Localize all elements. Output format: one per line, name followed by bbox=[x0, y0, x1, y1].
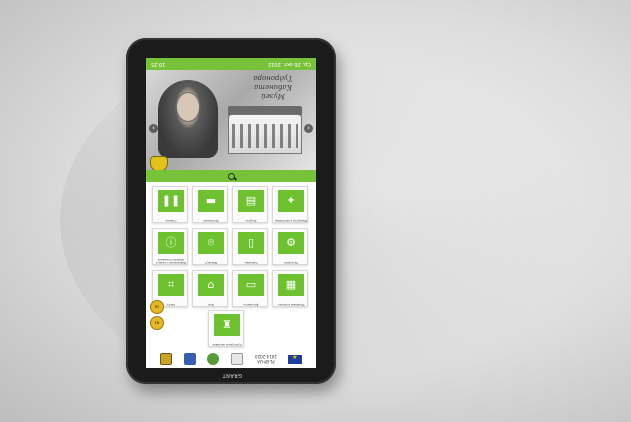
tile-label: Сувениры bbox=[244, 261, 258, 264]
language-button-en[interactable]: EN bbox=[150, 316, 164, 330]
building-windows bbox=[232, 124, 298, 148]
house-icon: ⌂ bbox=[198, 274, 224, 296]
hero-banner: Музей Кабинета Тудронора ‹ › bbox=[146, 70, 316, 172]
menu-tile-8[interactable]: ⚙ Экскурсии bbox=[272, 228, 308, 265]
building-icon: ▦ bbox=[278, 274, 304, 296]
menu-tile-1[interactable]: ❚❚ Главное bbox=[152, 186, 188, 223]
program-text-line1: PL-BY-UA bbox=[256, 359, 275, 364]
menu-tile-3[interactable]: ▤ Ресурсы bbox=[232, 186, 268, 223]
crest-icon: ♜ bbox=[214, 314, 240, 336]
footer-logos: PL-BY-UA 2014-2020 bbox=[146, 350, 316, 368]
cart-icon: ▬ bbox=[198, 190, 224, 212]
info-circle-icon: ⓘ bbox=[158, 232, 184, 254]
tile-label: Экскурсии bbox=[284, 261, 298, 264]
location-icon: ⌾ bbox=[198, 232, 224, 254]
menu-tile-heritage[interactable]: ♜ Культурное наследие bbox=[208, 310, 244, 347]
tile-label: Дом bbox=[208, 303, 214, 306]
tile-label: Экспозиция bbox=[203, 219, 219, 222]
menu-tile-7[interactable]: ▯ Сувениры bbox=[232, 228, 268, 265]
portrait-face bbox=[176, 92, 200, 122]
menu-tile-2[interactable]: ▬ Экспозиция bbox=[192, 186, 228, 223]
people-icon: ✦ bbox=[278, 190, 304, 212]
program-logo bbox=[230, 353, 243, 365]
kiosk-screen: 10:25 Ср, 26 окт. 2022 Музей Кабинета Ту… bbox=[146, 58, 316, 368]
menu-tile-10[interactable]: ⌂ Дом bbox=[192, 270, 228, 307]
program-text: PL-BY-UA 2014-2020 bbox=[255, 354, 277, 364]
menu-tile-6[interactable]: ⌾ Маршрут bbox=[192, 228, 228, 265]
menu-tile-5[interactable]: ⓘ Информация о музее и правила посещения bbox=[152, 228, 188, 265]
archive-icon: ▤ bbox=[238, 190, 264, 212]
tile-label: Информация о музее и правила посещения bbox=[155, 258, 187, 264]
bag-icon: ▯ bbox=[238, 232, 264, 254]
kiosk-brand-label: GRANT bbox=[222, 372, 242, 378]
status-time: 10:25 bbox=[151, 61, 166, 67]
hero-title-line2: Кабинета Тудронора bbox=[253, 74, 293, 91]
tile-label: Музейный комплекс bbox=[277, 303, 305, 306]
status-bar: 10:25 Ср, 26 окт. 2022 bbox=[146, 58, 316, 70]
info-icon: ❚❚ bbox=[158, 190, 184, 212]
menu-tile-4[interactable]: ✦ Маршруты и программы bbox=[272, 186, 308, 223]
menu-tile-11[interactable]: ▭ Документы bbox=[232, 270, 268, 307]
menu-tile-12[interactable]: ▦ Музейный комплекс bbox=[272, 270, 308, 307]
search-bar[interactable] bbox=[146, 170, 316, 182]
program-text-line2: 2014-2020 bbox=[254, 354, 277, 359]
eu-flag-icon bbox=[288, 354, 303, 364]
tile-label: Ресурсы bbox=[245, 219, 257, 222]
partner-round-logo bbox=[207, 353, 220, 365]
map-icon: ⌗ bbox=[158, 274, 184, 296]
city-crest-logo bbox=[159, 353, 172, 365]
tile-label: Главное bbox=[165, 219, 177, 222]
tile-label: Маршруты и программы bbox=[274, 219, 308, 222]
menu-grid: ❚❚ Главное ▬ Экспозиция ▤ Ресурсы ✦ Марш… bbox=[152, 186, 310, 307]
hero-title-line1: Музей bbox=[261, 92, 285, 100]
gear-people-icon: ⚙ bbox=[278, 232, 304, 254]
chevron-left-icon[interactable]: ‹ bbox=[149, 124, 158, 133]
partner-logo bbox=[183, 353, 196, 365]
language-button-by[interactable]: BY bbox=[150, 300, 164, 314]
hero-title: Музей Кабинета Тудронора bbox=[234, 74, 312, 100]
tile-label: Маршрут bbox=[204, 261, 218, 264]
chevron-right-icon[interactable]: › bbox=[304, 124, 313, 133]
status-date: Ср, 26 окт. 2022 bbox=[268, 61, 311, 67]
tile-label: Культурное наследие bbox=[212, 343, 242, 346]
document-icon: ▭ bbox=[238, 274, 264, 296]
search-icon[interactable] bbox=[227, 172, 235, 180]
tile-label: Документы bbox=[243, 303, 259, 306]
